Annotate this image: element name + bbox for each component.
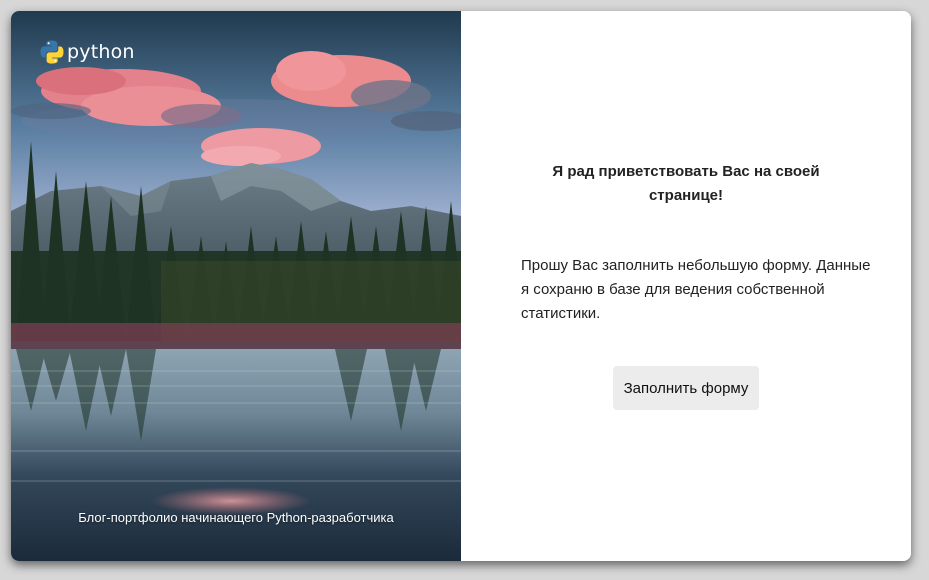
blog-caption: Блог-портфолио начинающего Python-разраб… bbox=[78, 510, 394, 525]
python-logo-text: python bbox=[67, 41, 135, 63]
welcome-card: python Блог-портфолио начинающего Python… bbox=[11, 11, 911, 561]
welcome-panel: Я рад приветствовать Вас на своей страни… bbox=[461, 11, 911, 561]
python-logo-icon bbox=[40, 40, 64, 64]
python-logo: python bbox=[39, 39, 135, 65]
greeting-heading: Я рад приветствовать Вас на своей страни… bbox=[552, 163, 820, 204]
mountain-lake-photo bbox=[11, 11, 461, 561]
hero-image: python Блог-портфолио начинающего Python… bbox=[11, 11, 461, 561]
fill-form-button[interactable]: Заполнить форму bbox=[613, 366, 759, 410]
form-request-text: Прошу Вас заполнить небольшую форму. Дан… bbox=[521, 257, 871, 322]
